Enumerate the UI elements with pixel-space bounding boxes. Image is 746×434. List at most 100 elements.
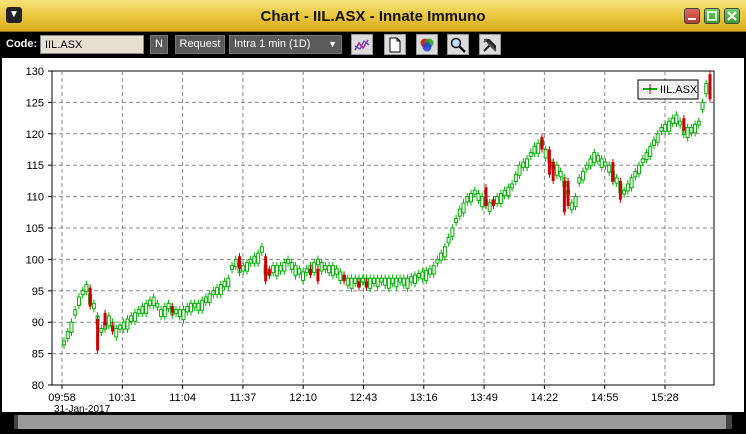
candle-up	[603, 161, 608, 167]
zoom-button[interactable]	[447, 34, 469, 55]
candle-up	[319, 262, 324, 272]
candle-up	[76, 296, 81, 307]
candle-up	[689, 127, 694, 134]
candle-up	[375, 277, 380, 288]
x-tick-label: 14:55	[591, 392, 619, 404]
candle-up	[435, 258, 440, 264]
request-button[interactable]: Request	[175, 35, 225, 54]
candle-up	[271, 265, 276, 274]
candle-up	[368, 277, 373, 289]
candle-down	[357, 281, 361, 288]
candle-up	[132, 312, 137, 322]
x-date-label: 31-Jan-2017	[54, 404, 111, 412]
candle-up	[450, 227, 455, 237]
code-input[interactable]	[40, 35, 144, 54]
candle-down	[88, 287, 92, 307]
document-button[interactable]	[384, 34, 406, 55]
candle-up	[472, 189, 477, 195]
candle-up	[125, 318, 130, 330]
candle-up	[633, 170, 638, 178]
close-button[interactable]	[724, 8, 740, 24]
candle-up	[200, 299, 205, 311]
indicator-chart-button[interactable]	[351, 34, 373, 55]
scrollbar-thumb[interactable]	[18, 415, 726, 429]
y-tick-label: 100	[26, 254, 44, 266]
candle-up	[386, 277, 391, 289]
candle-up	[510, 183, 515, 189]
candle-up	[457, 208, 462, 217]
candle-down	[103, 312, 107, 326]
dropdown-arrow-icon: ▼	[328, 39, 337, 49]
candle-up	[651, 139, 656, 146]
n-button[interactable]: N	[150, 35, 168, 54]
candle-up	[62, 340, 66, 346]
candle-up	[159, 309, 164, 318]
horizontal-scrollbar[interactable]	[0, 412, 746, 434]
window-title: Chart - IIL.ASX - Innate Immuno	[260, 8, 486, 25]
candle-up	[192, 302, 197, 308]
candle-up	[334, 268, 339, 275]
candle-up	[431, 265, 436, 275]
candle-up	[80, 290, 85, 296]
candle-up	[592, 152, 597, 164]
candle-up	[383, 277, 388, 286]
candle-up	[84, 284, 89, 292]
candle-up	[532, 145, 537, 154]
candle-up	[222, 280, 227, 288]
scroll-left-button[interactable]	[2, 415, 14, 429]
candle-up	[91, 302, 96, 310]
y-tick-label: 130	[26, 66, 44, 78]
candle-down	[96, 319, 100, 351]
candle-up	[256, 252, 261, 264]
candle-up	[607, 164, 612, 173]
interval-select[interactable]: Intra 1 min (1D) ▼	[229, 35, 342, 54]
code-label: Code:	[6, 38, 38, 50]
maximize-button[interactable]	[704, 8, 720, 24]
x-tick-label: 09:58	[48, 392, 76, 404]
color-palette-button[interactable]	[416, 34, 438, 55]
candle-up	[230, 265, 235, 270]
candle-down	[611, 162, 615, 181]
chart-panel[interactable]: 80 85 90 95 100 105 110 115 120 125 130 09:58 10:31 1…	[2, 58, 744, 415]
candle-down	[566, 180, 570, 207]
candle-up	[573, 196, 578, 208]
candle-up	[454, 218, 459, 223]
candle-up	[398, 277, 403, 283]
y-tick-label: 125	[26, 97, 44, 109]
tools-button[interactable]	[479, 34, 501, 55]
candle-up	[181, 309, 186, 321]
candle-up	[345, 277, 350, 286]
y-tick-label: 115	[26, 160, 44, 172]
scroll-right-button[interactable]	[732, 415, 744, 429]
candle-down	[364, 281, 368, 288]
candle-up	[360, 277, 365, 283]
minimize-button[interactable]	[684, 8, 700, 24]
candle-up	[312, 262, 317, 274]
candle-up	[300, 271, 305, 281]
candle-up	[379, 277, 384, 283]
candle-up	[207, 293, 212, 303]
price-chart[interactable]: 80 85 90 95 100 105 110 115 120 125 130 09:58 10:31 1…	[2, 58, 744, 415]
candle-up	[203, 296, 208, 303]
candle-up	[685, 127, 690, 139]
candle-up	[521, 161, 526, 168]
candle-up	[465, 196, 470, 203]
candle-up	[327, 265, 332, 274]
candle-up	[278, 265, 283, 272]
candle-up	[599, 158, 604, 168]
candle-down	[491, 199, 495, 207]
candle-up	[409, 276, 414, 283]
candle-up	[330, 265, 335, 277]
x-tick-label: 12:43	[350, 392, 378, 404]
candle-up	[696, 120, 701, 126]
candle-up	[241, 265, 246, 272]
window-titlebar[interactable]: ▼ Chart - IIL.ASX - Innate Immuno	[0, 0, 746, 32]
candle-up	[233, 258, 238, 267]
candle-up	[293, 265, 298, 277]
candle-up	[584, 164, 589, 170]
candle-up	[517, 164, 522, 176]
candle-up	[502, 189, 507, 197]
candle-down	[682, 118, 686, 131]
y-tick-label: 105	[26, 223, 44, 235]
candle-up	[495, 196, 500, 205]
